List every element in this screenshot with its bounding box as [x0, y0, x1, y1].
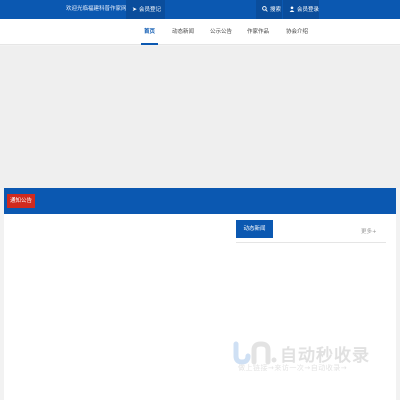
search-button[interactable]: 搜索 [256, 0, 282, 19]
more-link[interactable]: 更多+ [361, 227, 377, 235]
send-icon: ➤ [132, 6, 138, 13]
top-bar: 欢迎光临福建科普作家网 ➤ 会员登记 搜索 会员登录 [0, 0, 400, 19]
watermark: 自动秒收录 做上链接→来访一次→自动收录→ [230, 340, 390, 385]
nav-item-news[interactable]: 动态新闻 [172, 19, 194, 45]
news-tab[interactable]: 动态新闻 [236, 220, 273, 238]
nav-item-works[interactable]: 作家作品 [247, 19, 269, 45]
nav-item-about[interactable]: 协会介绍 [286, 19, 308, 45]
user-icon [289, 0, 295, 19]
main-nav: 首页 动态新闻 公示公告 作家作品 协会介绍 [0, 19, 400, 45]
notice-bar: 通知公告 [4, 188, 396, 214]
login-label: 会员登录 [297, 7, 320, 13]
nav-item-home[interactable]: 首页 [140, 19, 159, 45]
welcome-text: 欢迎光临福建科普作家网 [66, 6, 127, 12]
notice-label[interactable]: 通知公告 [7, 194, 36, 208]
divider [236, 242, 386, 243]
search-label: 搜索 [270, 7, 282, 13]
watermark-subtitle: 做上链接→来访一次→自动收录→ [238, 364, 348, 372]
register-label: 会员登记 [139, 7, 162, 13]
register-button[interactable]: ➤ 会员登记 [126, 0, 165, 19]
banner-area [0, 46, 400, 188]
login-button[interactable]: 会员登录 [283, 0, 319, 19]
search-icon [262, 0, 268, 19]
nav-item-announcements[interactable]: 公示公告 [210, 19, 232, 45]
